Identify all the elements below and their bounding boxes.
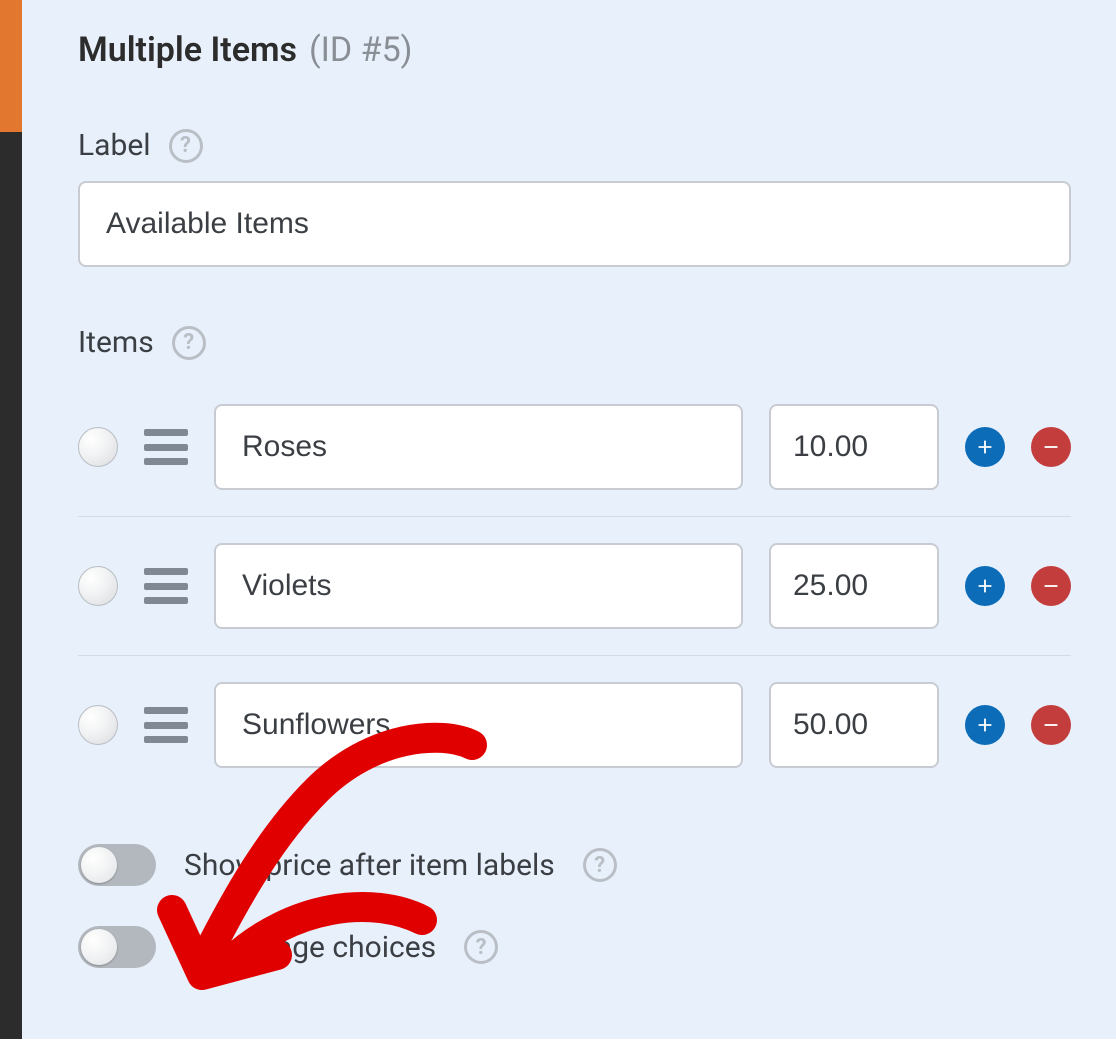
- minus-icon: [1040, 714, 1062, 736]
- drag-handle-icon[interactable]: [144, 429, 188, 465]
- drag-handle-icon[interactable]: [144, 568, 188, 604]
- help-icon[interactable]: ?: [464, 930, 498, 964]
- plus-icon: [974, 436, 996, 458]
- toggle-image-choices[interactable]: [78, 926, 156, 968]
- panel-title: Multiple Items: [78, 30, 297, 70]
- help-icon[interactable]: ?: [172, 326, 206, 360]
- field-id: (ID #5): [309, 30, 413, 70]
- item-price-input[interactable]: [769, 543, 939, 629]
- field-settings-panel: Multiple Items (ID #5) Label ? Items ?: [22, 0, 1116, 1039]
- label-field-block: Label ?: [78, 128, 1071, 267]
- admin-sidebar-strip: [0, 0, 22, 1039]
- toggle-label: Use image choices: [184, 930, 436, 965]
- item-row: [78, 378, 1071, 517]
- active-indicator: [0, 0, 22, 132]
- toggle-label: Show price after item labels: [184, 848, 555, 883]
- item-name-input[interactable]: [214, 543, 743, 629]
- minus-icon: [1040, 436, 1062, 458]
- add-item-button[interactable]: [965, 705, 1005, 745]
- item-price-input[interactable]: [769, 682, 939, 768]
- label-input[interactable]: [78, 181, 1071, 267]
- toggle-row-image-choices: Use image choices ?: [78, 906, 1071, 988]
- item-price-input[interactable]: [769, 404, 939, 490]
- add-item-button[interactable]: [965, 566, 1005, 606]
- toggle-row-show-price: Show price after item labels ?: [78, 824, 1071, 906]
- plus-icon: [974, 575, 996, 597]
- toggle-show-price[interactable]: [78, 844, 156, 886]
- panel-header: Multiple Items (ID #5): [78, 0, 1071, 70]
- help-icon[interactable]: ?: [169, 129, 203, 163]
- minus-icon: [1040, 575, 1062, 597]
- help-icon[interactable]: ?: [583, 848, 617, 882]
- plus-icon: [974, 714, 996, 736]
- drag-handle-icon[interactable]: [144, 707, 188, 743]
- item-row: [78, 517, 1071, 656]
- remove-item-button[interactable]: [1031, 705, 1071, 745]
- items-block: Items ?: [78, 325, 1071, 794]
- item-name-input[interactable]: [214, 682, 743, 768]
- items-caption: Items: [78, 325, 154, 360]
- remove-item-button[interactable]: [1031, 427, 1071, 467]
- add-item-button[interactable]: [965, 427, 1005, 467]
- default-radio[interactable]: [78, 705, 118, 745]
- toggles-block: Show price after item labels ? Use image…: [78, 824, 1071, 988]
- label-caption: Label: [78, 128, 151, 163]
- default-radio[interactable]: [78, 566, 118, 606]
- remove-item-button[interactable]: [1031, 566, 1071, 606]
- default-radio[interactable]: [78, 427, 118, 467]
- item-name-input[interactable]: [214, 404, 743, 490]
- item-row: [78, 656, 1071, 794]
